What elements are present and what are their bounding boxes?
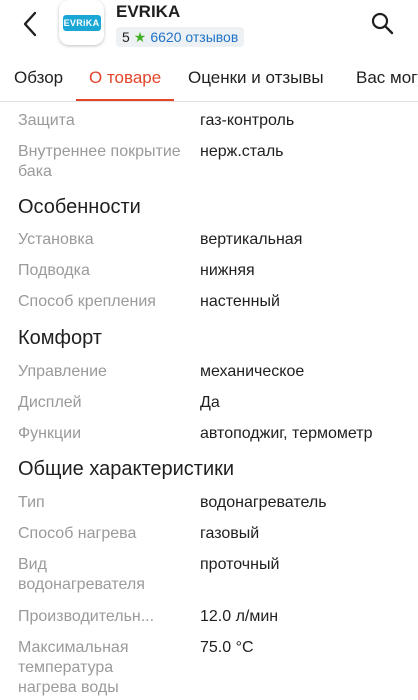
section-title-general: Общие характеристики (18, 458, 235, 480)
spec-value: 12.0 л/мин (200, 608, 279, 625)
spec-label: Вид водонагревателя (18, 556, 145, 593)
back-button[interactable] (14, 8, 46, 40)
spec-value: проточный (200, 556, 280, 573)
search-icon (371, 12, 394, 35)
spec-value: нерж.сталь (200, 143, 284, 160)
tab-about-product[interactable]: О товаре (89, 68, 161, 88)
spec-value: газовый (200, 525, 260, 542)
spec-label: Максимальная температура нагрева воды (18, 639, 129, 696)
spec-value: Да (200, 394, 220, 411)
spec-value: газ-контроль (200, 112, 295, 129)
spec-value: настенный (200, 293, 280, 310)
spec-label: Защита (18, 112, 75, 129)
spec-label: Установка (18, 231, 94, 248)
tab-bar: Обзор О товаре Оценки и отзывы Вас могут… (0, 58, 418, 102)
tab-overview[interactable]: Обзор (14, 68, 63, 88)
spec-value: водонагреватель (200, 494, 327, 511)
rating-badge[interactable]: 5 ★ 6620 отзывов (116, 27, 245, 47)
app-header: EVRiKA EVRIKA 5 ★ 6620 отзывов (0, 0, 418, 58)
spec-label: Функции (18, 425, 82, 442)
spec-label: Способ крепления (18, 293, 156, 310)
rating-value: 5 (122, 29, 130, 45)
spec-label: Управление (18, 363, 107, 380)
tab-recommendations[interactable]: Вас могут заинтересовать (356, 68, 418, 88)
brand-name[interactable]: EVRIKA (116, 2, 180, 22)
spec-label: Способ нагрева (18, 525, 137, 542)
tab-reviews[interactable]: Оценки и отзывы (188, 68, 324, 88)
spec-label: Внутреннее покрытие бака (18, 143, 181, 180)
spec-value: механическое (200, 363, 305, 380)
section-title-comfort: Комфорт (18, 327, 102, 349)
active-tab-indicator (76, 99, 174, 101)
spec-value: нижняя (200, 262, 255, 279)
spec-value: 75.0 °C (200, 639, 254, 656)
brand-logo-text: EVRiKA (62, 14, 101, 31)
spec-label: Тип (18, 494, 45, 511)
section-title-features: Особенности (18, 196, 141, 218)
spec-label: Подводка (18, 262, 90, 279)
spec-value: автоподжиг, термометр (200, 425, 373, 442)
spec-label: Производительн... (18, 608, 155, 625)
star-icon: ★ (133, 28, 147, 45)
reviews-count: 6620 отзывов (150, 29, 239, 45)
search-button[interactable] (368, 8, 396, 38)
spec-label: Дисплей (18, 394, 82, 411)
spec-value: вертикальная (200, 231, 303, 248)
chevron-left-icon (23, 11, 37, 37)
brand-logo[interactable]: EVRiKA (59, 0, 104, 45)
